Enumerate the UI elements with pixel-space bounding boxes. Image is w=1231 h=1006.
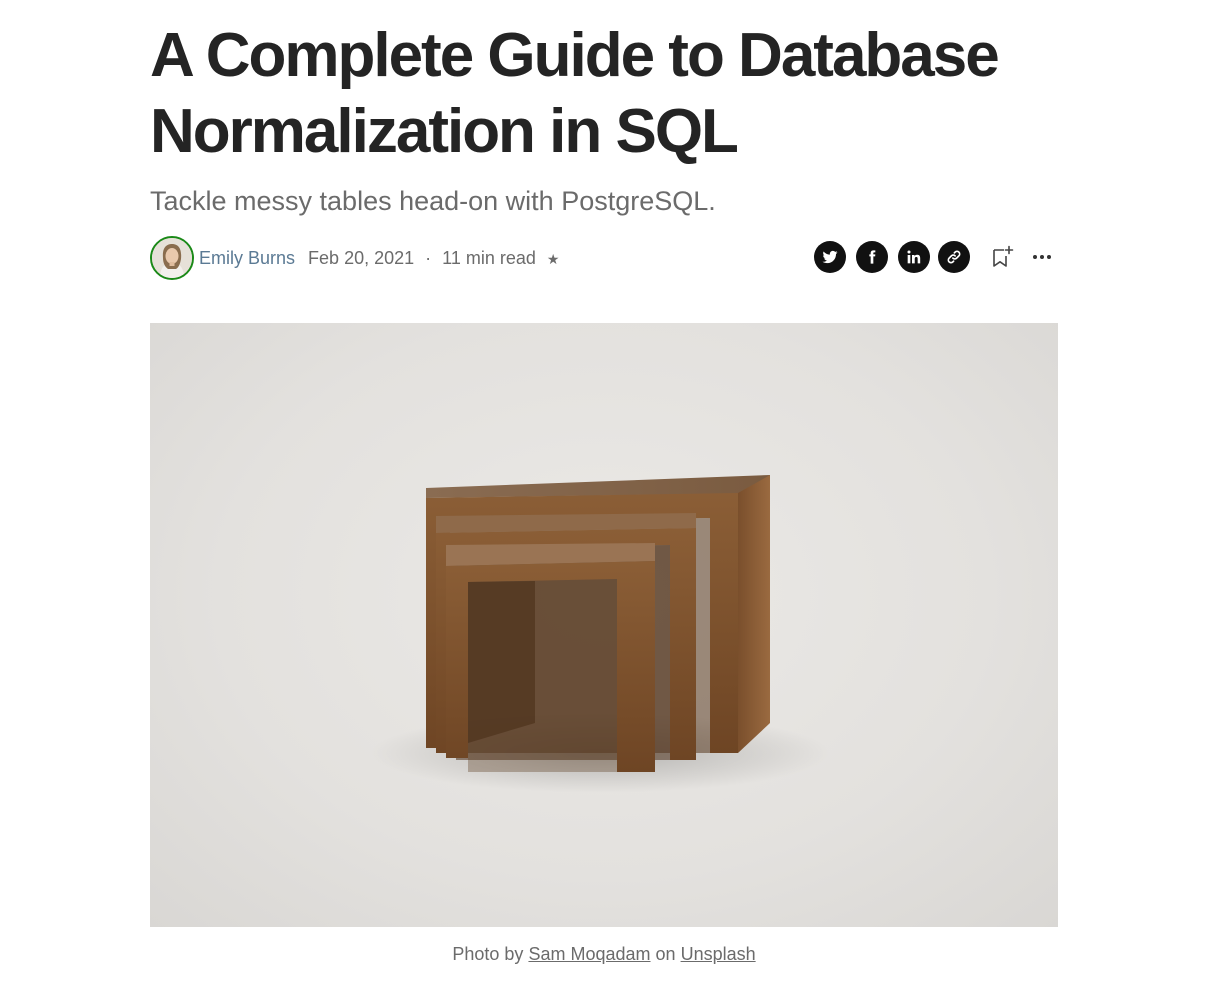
- photographer-link[interactable]: Sam Moqadam: [528, 944, 650, 964]
- article-actions: [814, 241, 1058, 275]
- hero-caption: Photo by Sam Moqadam on Unsplash: [150, 942, 1058, 966]
- share-facebook-button[interactable]: [856, 241, 888, 273]
- share-twitter-button[interactable]: [814, 241, 846, 273]
- unsplash-link[interactable]: Unsplash: [681, 944, 756, 964]
- more-icon: [1033, 255, 1051, 259]
- caption-prefix: Photo by: [452, 944, 524, 964]
- article-title: A Complete Guide to Database Normalizati…: [150, 21, 1000, 166]
- bookmark-add-icon: [993, 245, 1014, 267]
- caption-middle: on: [655, 944, 676, 964]
- avatar-image: [152, 238, 192, 278]
- member-star-icon: ★: [546, 251, 560, 267]
- read-time: 11 min read: [442, 248, 536, 268]
- twitter-icon: [822, 250, 838, 264]
- publish-date: Feb 20, 2021: [308, 248, 415, 268]
- article-subtitle: Tackle messy tables head-on with Postgre…: [150, 186, 716, 216]
- copy-link-button[interactable]: [938, 241, 970, 273]
- share-linkedin-button[interactable]: [898, 241, 930, 273]
- hero-image: [150, 323, 1058, 927]
- article-meta: Emily Burns Feb 20, 2021 · 11 min read ★: [150, 236, 1058, 282]
- author-avatar[interactable]: [150, 236, 194, 280]
- article: A Complete Guide to Database Normalizati…: [150, 0, 1058, 964]
- meta-separator: ·: [425, 248, 432, 268]
- facebook-icon: [869, 250, 876, 264]
- author-name-link[interactable]: Emily Burns: [199, 248, 295, 268]
- link-icon: [947, 250, 961, 264]
- more-options-button[interactable]: [1026, 241, 1058, 273]
- author-info: Emily Burns Feb 20, 2021 · 11 min read ★: [199, 246, 559, 271]
- save-bookmark-button[interactable]: [986, 241, 1018, 273]
- linkedin-icon: [907, 250, 921, 264]
- nesting-tables-illustration: [370, 475, 830, 793]
